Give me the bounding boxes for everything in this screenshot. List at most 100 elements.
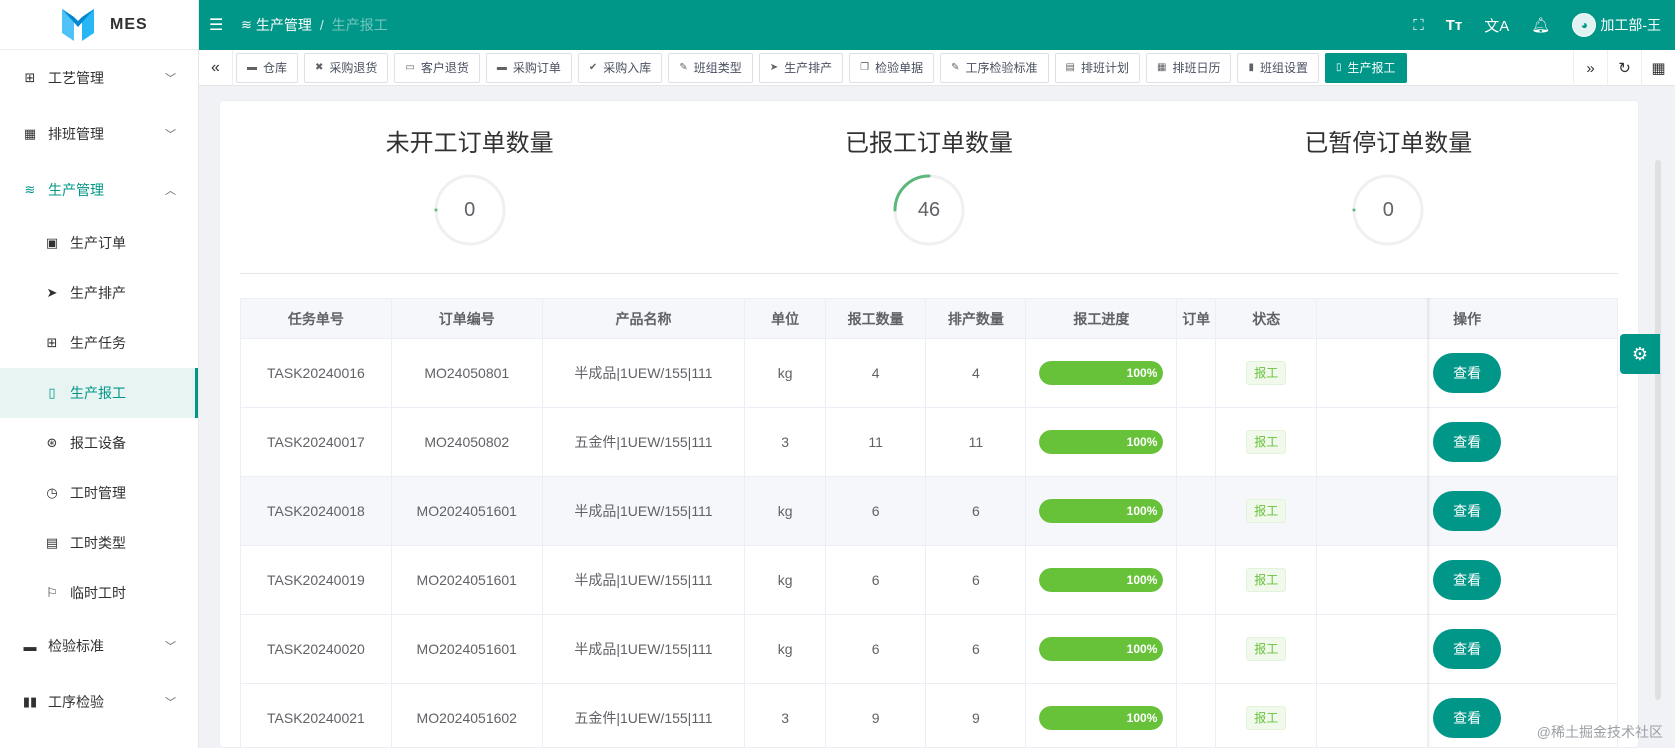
cell-action: 查看 — [1316, 545, 1618, 615]
view-button[interactable]: 查看 — [1433, 698, 1502, 738]
cell-status: 报工 — [1215, 614, 1318, 684]
tab-label: 班组设置 — [1259, 61, 1308, 75]
tab-item[interactable]: ✎ 工序检验标准 — [940, 52, 1049, 83]
table-row[interactable]: TASK20240016 MO24050801 半成品|1UEW/155|111 kg… — [240, 338, 1618, 408]
tab-item[interactable]: ▮ 班组设置 — [1237, 52, 1319, 83]
view-button[interactable]: 查看 — [1433, 353, 1502, 393]
sidebar-item-inspection-standard[interactable]: ▬ 检验标准 ﹀ — [0, 618, 198, 674]
sidebar-subitem-label: 工时类型 — [70, 535, 126, 551]
tab-item[interactable]: ▭ 客户退货 — [394, 52, 480, 83]
cell-progress: 100% — [1025, 407, 1178, 477]
send-icon: ➤ — [769, 62, 779, 73]
grid-menu-icon[interactable]: ▦ — [1641, 50, 1675, 86]
user-menu[interactable]: ◕ 加工部-王 — [1572, 13, 1661, 37]
sidebar-item-label: 工艺管理 — [48, 70, 104, 86]
view-button[interactable]: 查看 — [1433, 560, 1502, 600]
sidebar-subitem-label: 临时工时 — [70, 585, 126, 601]
status-badge: 报工 — [1246, 361, 1287, 385]
cell-status: 报工 — [1215, 476, 1318, 546]
tabs-scroll-left-icon[interactable]: « — [199, 49, 233, 86]
cell-unit: 3 — [744, 407, 827, 477]
tab-item[interactable]: ▬ 采购订单 — [485, 52, 572, 83]
status-badge: 报工 — [1246, 637, 1287, 661]
sidebar: MES ⊞ 工艺管理 ﹀ ▦ 排班管理 ﹀ ≋ 生产管理 ︿ ▣ 生产订单 ➤ … — [0, 0, 199, 748]
progress-label: 100% — [1039, 706, 1164, 730]
sidebar-subitem-label: 工时管理 — [70, 485, 126, 501]
chevron-down-icon: ﹀ — [165, 73, 176, 85]
clock-icon: ◷ — [46, 485, 58, 500]
view-button[interactable]: 查看 — [1433, 491, 1502, 531]
fullscreen-icon[interactable]: ⛶ — [1413, 17, 1424, 34]
chevron-down-icon: ﹀ — [165, 641, 176, 653]
gift-icon: ⊞ — [46, 335, 58, 350]
cell-task: TASK20240018 — [240, 476, 392, 546]
sidebar-item-process-inspection[interactable]: ▮▮ 工序检验 ﹀ — [0, 674, 198, 730]
progress-bar: 100% — [1039, 706, 1164, 730]
sidebar-subitem-production-task[interactable]: ⊞ 生产任务 — [0, 318, 198, 368]
tab-item[interactable]: ▬ 仓库 — [236, 52, 299, 83]
tab-item[interactable]: ▤ 排班计划 — [1054, 52, 1140, 83]
column-header: 单位 — [744, 298, 827, 339]
menu-toggle-icon[interactable]: ☰ — [209, 15, 229, 35]
sidebar-subitem-production-report[interactable]: ▯ 生产报工 — [0, 368, 198, 418]
stats-panel: 未开工订单数量 0 已报工订单数量 46 已暂停订单数量 0 — [240, 101, 1618, 274]
column-header: 产品名称 — [541, 298, 746, 339]
status-badge: 报工 — [1246, 499, 1287, 523]
cell-status: 报工 — [1215, 407, 1318, 477]
cell-scheduled: 4 — [925, 338, 1027, 408]
cell-progress: 100% — [1025, 614, 1178, 684]
table-row[interactable]: TASK20240019 MO2024051601 半成品|1UEW/155|111… — [240, 545, 1618, 615]
table-row[interactable]: TASK20240018 MO2024051601 半成品|1UEW/155|111… — [240, 476, 1618, 546]
tab-label: 生产排产 — [784, 61, 833, 75]
progress-bar: 100% — [1039, 637, 1164, 661]
ticket-icon: ✖ — [315, 62, 324, 73]
cell-action: 查看 — [1316, 407, 1618, 477]
table-row[interactable]: TASK20240020 MO2024051601 半成品|1UEW/155|111… — [240, 614, 1618, 684]
sidebar-subitem-production-schedule[interactable]: ➤ 生产排产 — [0, 268, 198, 318]
tab-item[interactable]: ❐ 检验单据 — [849, 52, 935, 83]
tab-item[interactable]: ▯ 生产报工 — [1324, 52, 1407, 83]
cell-order: MO2024051601 — [390, 545, 543, 615]
tab-item[interactable]: ➤ 生产排产 — [758, 52, 844, 83]
settings-gear-icon[interactable]: ⚙ — [1620, 334, 1660, 374]
table-row[interactable]: TASK20240017 MO24050802 五金件|1UEW/155|111 3 1… — [240, 407, 1618, 477]
cell-product: 半成品|1UEW/155|111 — [541, 614, 746, 684]
tab-item[interactable]: ✖ 采购退货 — [304, 52, 389, 83]
tab-item[interactable]: ✎ 班组类型 — [668, 52, 753, 83]
tab-label: 班组类型 — [693, 61, 742, 75]
sidebar-subitem-label: 生产报工 — [70, 385, 126, 401]
view-button[interactable]: 查看 — [1433, 629, 1502, 669]
sidebar-subitem-work-hours[interactable]: ◷ 工时管理 — [0, 468, 198, 518]
table-row[interactable]: TASK20240021 MO2024051602 五金件|1UEW/155|111… — [240, 683, 1618, 747]
user-name: 加工部-王 — [1600, 17, 1661, 33]
tab-item[interactable]: ▦ 排班日历 — [1145, 52, 1232, 83]
logo[interactable]: MES — [0, 0, 198, 50]
sidebar-item-process[interactable]: ⊞ 工艺管理 ﹀ — [0, 50, 198, 106]
sidebar-subitem-temp-hours[interactable]: ⚐ 临时工时 — [0, 568, 198, 618]
column-header: 订单 — [1176, 298, 1217, 339]
send-icon: ➤ — [46, 285, 58, 300]
sidebar-item-production[interactable]: ≋ 生产管理 ︿ — [0, 162, 198, 218]
stat-value: 0 — [1382, 198, 1394, 221]
sidebar-subitem-report-device[interactable]: ⊛ 报工设备 — [0, 418, 198, 468]
tab-item[interactable]: ✔ 采购入库 — [577, 52, 663, 83]
tabs-scroll-right-icon[interactable]: » — [1573, 50, 1607, 86]
edit-icon: ✎ — [679, 62, 688, 73]
book-icon: ▮▮ — [22, 694, 38, 709]
sidebar-subitem-label: 生产排产 — [70, 285, 126, 301]
progress-bar: 100% — [1039, 430, 1164, 454]
cell-status: 报工 — [1215, 683, 1318, 747]
sidebar-subitem-production-order[interactable]: ▣ 生产订单 — [0, 218, 198, 268]
check-icon: ✔ — [588, 62, 598, 73]
sidebar-subitem-work-hour-type[interactable]: ▤ 工时类型 — [0, 518, 198, 568]
view-button[interactable]: 查看 — [1433, 422, 1502, 462]
font-size-icon[interactable]: Tт — [1446, 17, 1463, 34]
scrollbar[interactable] — [1655, 160, 1661, 700]
translate-icon[interactable]: 文A — [1484, 15, 1509, 36]
sidebar-item-schedule[interactable]: ▦ 排班管理 ﹀ — [0, 106, 198, 162]
cell-task: TASK20240016 — [240, 338, 392, 408]
breadcrumb-item[interactable]: 生产管理 — [256, 15, 312, 35]
bell-icon[interactable]: 🔔︎ — [1531, 16, 1550, 34]
cell-action: 查看 — [1316, 476, 1618, 546]
refresh-icon[interactable]: ↻ — [1607, 50, 1641, 86]
